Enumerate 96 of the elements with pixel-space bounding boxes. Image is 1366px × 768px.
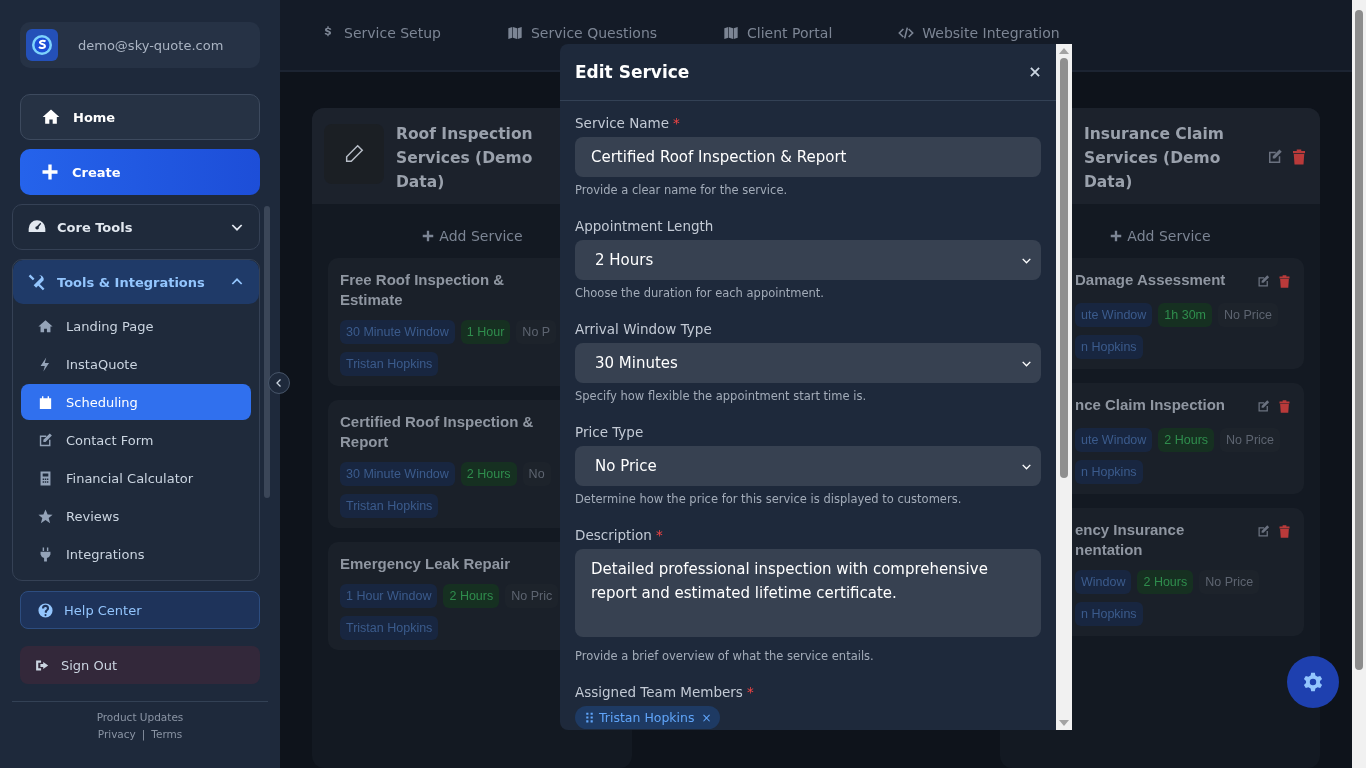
select-field[interactable]: 30 Minutes (575, 343, 1041, 383)
remove-button[interactable]: × (701, 710, 712, 725)
separator-text: | (141, 728, 146, 740)
edit-icon (37, 431, 54, 449)
select-field[interactable]: 2 Hours (575, 240, 1041, 280)
sidebar-item[interactable]: InstaQuote (21, 346, 251, 382)
plus-icon (40, 162, 60, 182)
description-field[interactable]: Detailed professional inspection with comprehensive report and estimated lifetime certificate. (575, 549, 1041, 637)
modal-title: Edit Service (575, 62, 690, 82)
sidebar-item[interactable]: Financial Calculator (21, 460, 251, 496)
sidebar-item[interactable]: Integrations (21, 536, 251, 572)
calendar-icon (37, 393, 54, 411)
terms-link[interactable]: Terms (151, 728, 183, 740)
member-tag: n Hopkins (1075, 335, 1143, 359)
sidebar-item[interactable]: Landing Page (21, 308, 251, 344)
field-label: Assigned Team Members * (575, 684, 755, 700)
account-email: demo@sky-quote.com (78, 37, 224, 53)
question-icon (37, 601, 54, 619)
window-tag: ute Window (1075, 303, 1153, 327)
sidebar-item[interactable]: Scheduling (21, 384, 251, 420)
close-button[interactable] (1028, 65, 1042, 79)
service-title: Emergency Leak Repair (340, 554, 512, 574)
top-tab[interactable]: Service Setup (320, 25, 441, 41)
modal-scrollbar[interactable] (1056, 44, 1072, 730)
duration-tag: 2 Hours (443, 584, 500, 608)
service-title: Damage Assessment (1075, 270, 1227, 290)
sidebar-item[interactable]: Contact Form (21, 422, 251, 458)
settings-icon (1302, 671, 1324, 693)
edit-icon (1256, 399, 1271, 414)
duration-tag: 2 Hours (1137, 570, 1194, 594)
product-updates-link[interactable]: Product Updates (96, 711, 184, 723)
map-icon (506, 25, 523, 41)
code-icon (898, 25, 915, 41)
edit-icon (1256, 274, 1271, 289)
trash-icon (1290, 148, 1308, 166)
edit-icon (1266, 148, 1284, 166)
window-tag: Window (1075, 570, 1132, 594)
member-tag: Tristan Hopkins (340, 352, 439, 376)
service-title: Free Roof Inspection & Estimate (340, 270, 506, 310)
trash-icon (1277, 524, 1292, 539)
window-tag: 1 Hour Window (340, 584, 438, 608)
service-title: ency Insurance nentation (1075, 520, 1186, 560)
drag-handle-icon (583, 711, 596, 724)
member-tag: Tristan Hopkins (340, 494, 439, 518)
plus-icon (1109, 229, 1124, 243)
duration-tag: 1h 30m (1158, 303, 1212, 327)
member-chip[interactable]: Tristan Hopkins × (575, 706, 720, 729)
trash-icon (1277, 274, 1292, 289)
privacy-link[interactable]: Privacy (97, 728, 136, 740)
house-icon (37, 317, 54, 335)
sidebar-scrollbar[interactable] (264, 206, 270, 498)
field-label: Service Name * (575, 115, 681, 131)
top-tab[interactable]: Client Portal (723, 25, 833, 41)
add-service-button[interactable]: Add Service (421, 228, 523, 244)
logo-icon (26, 29, 58, 61)
page-scrollbar[interactable] (1352, 0, 1366, 768)
edit-icon (1256, 524, 1271, 539)
create-button[interactable]: Create (20, 149, 260, 195)
sign-out-button[interactable]: Sign Out (20, 646, 260, 684)
window-tag: 30 Minute Window (340, 320, 455, 344)
plus-icon (421, 229, 436, 243)
help-text: Specify how flexible the appointment start time is. (575, 389, 868, 403)
member-tag: Tristan Hopkins (340, 616, 439, 640)
duration-tag: 2 Hours (460, 462, 517, 486)
section-header[interactable]: Core Tools (13, 205, 259, 249)
add-service-button[interactable]: Add Service (1109, 228, 1211, 244)
field-label: Description * (575, 527, 664, 543)
member-tag: n Hopkins (1075, 460, 1143, 484)
tools-icon (27, 272, 47, 292)
star-icon (37, 507, 54, 525)
section-header[interactable]: Tools & Integrations (13, 260, 259, 304)
sidebar-item[interactable]: Reviews (21, 498, 251, 534)
house-icon (41, 107, 61, 127)
service-name-field[interactable]: Certified Roof Inspection & Report (575, 137, 1041, 177)
top-tab[interactable]: Service Questions (506, 25, 658, 41)
window-tag: ute Window (1075, 428, 1153, 452)
category-title: Insurance Claim Services (Demo Data) (1084, 124, 1225, 193)
help-text: Provide a brief overview of what the service entails. (575, 649, 875, 663)
top-tab[interactable]: Website Integration (898, 25, 1060, 41)
field-label: Appointment Length (575, 218, 715, 234)
home-button[interactable]: Home (20, 94, 260, 140)
service-title: Certified Roof Inspection & Report (340, 412, 535, 452)
service-title: nce Claim Inspection (1075, 395, 1227, 415)
window-tag: 30 Minute Window (340, 462, 455, 486)
help-center-button[interactable]: Help Center (20, 591, 260, 629)
trash-icon (1277, 399, 1292, 414)
category-title: Roof Inspection Services (Demo Data) (396, 124, 534, 193)
pencil-icon (343, 143, 365, 165)
select-field[interactable]: No Price (575, 446, 1041, 486)
duration-tag: 1 Hour (460, 320, 511, 344)
duration-tag: 2 Hours (1158, 428, 1215, 452)
map-icon (723, 25, 740, 41)
member-tag: n Hopkins (1075, 602, 1143, 626)
help-text: Provide a clear name for the service. (575, 183, 789, 197)
close-icon (1028, 65, 1042, 79)
account-box[interactable]: demo@sky-quote.com (20, 22, 260, 68)
